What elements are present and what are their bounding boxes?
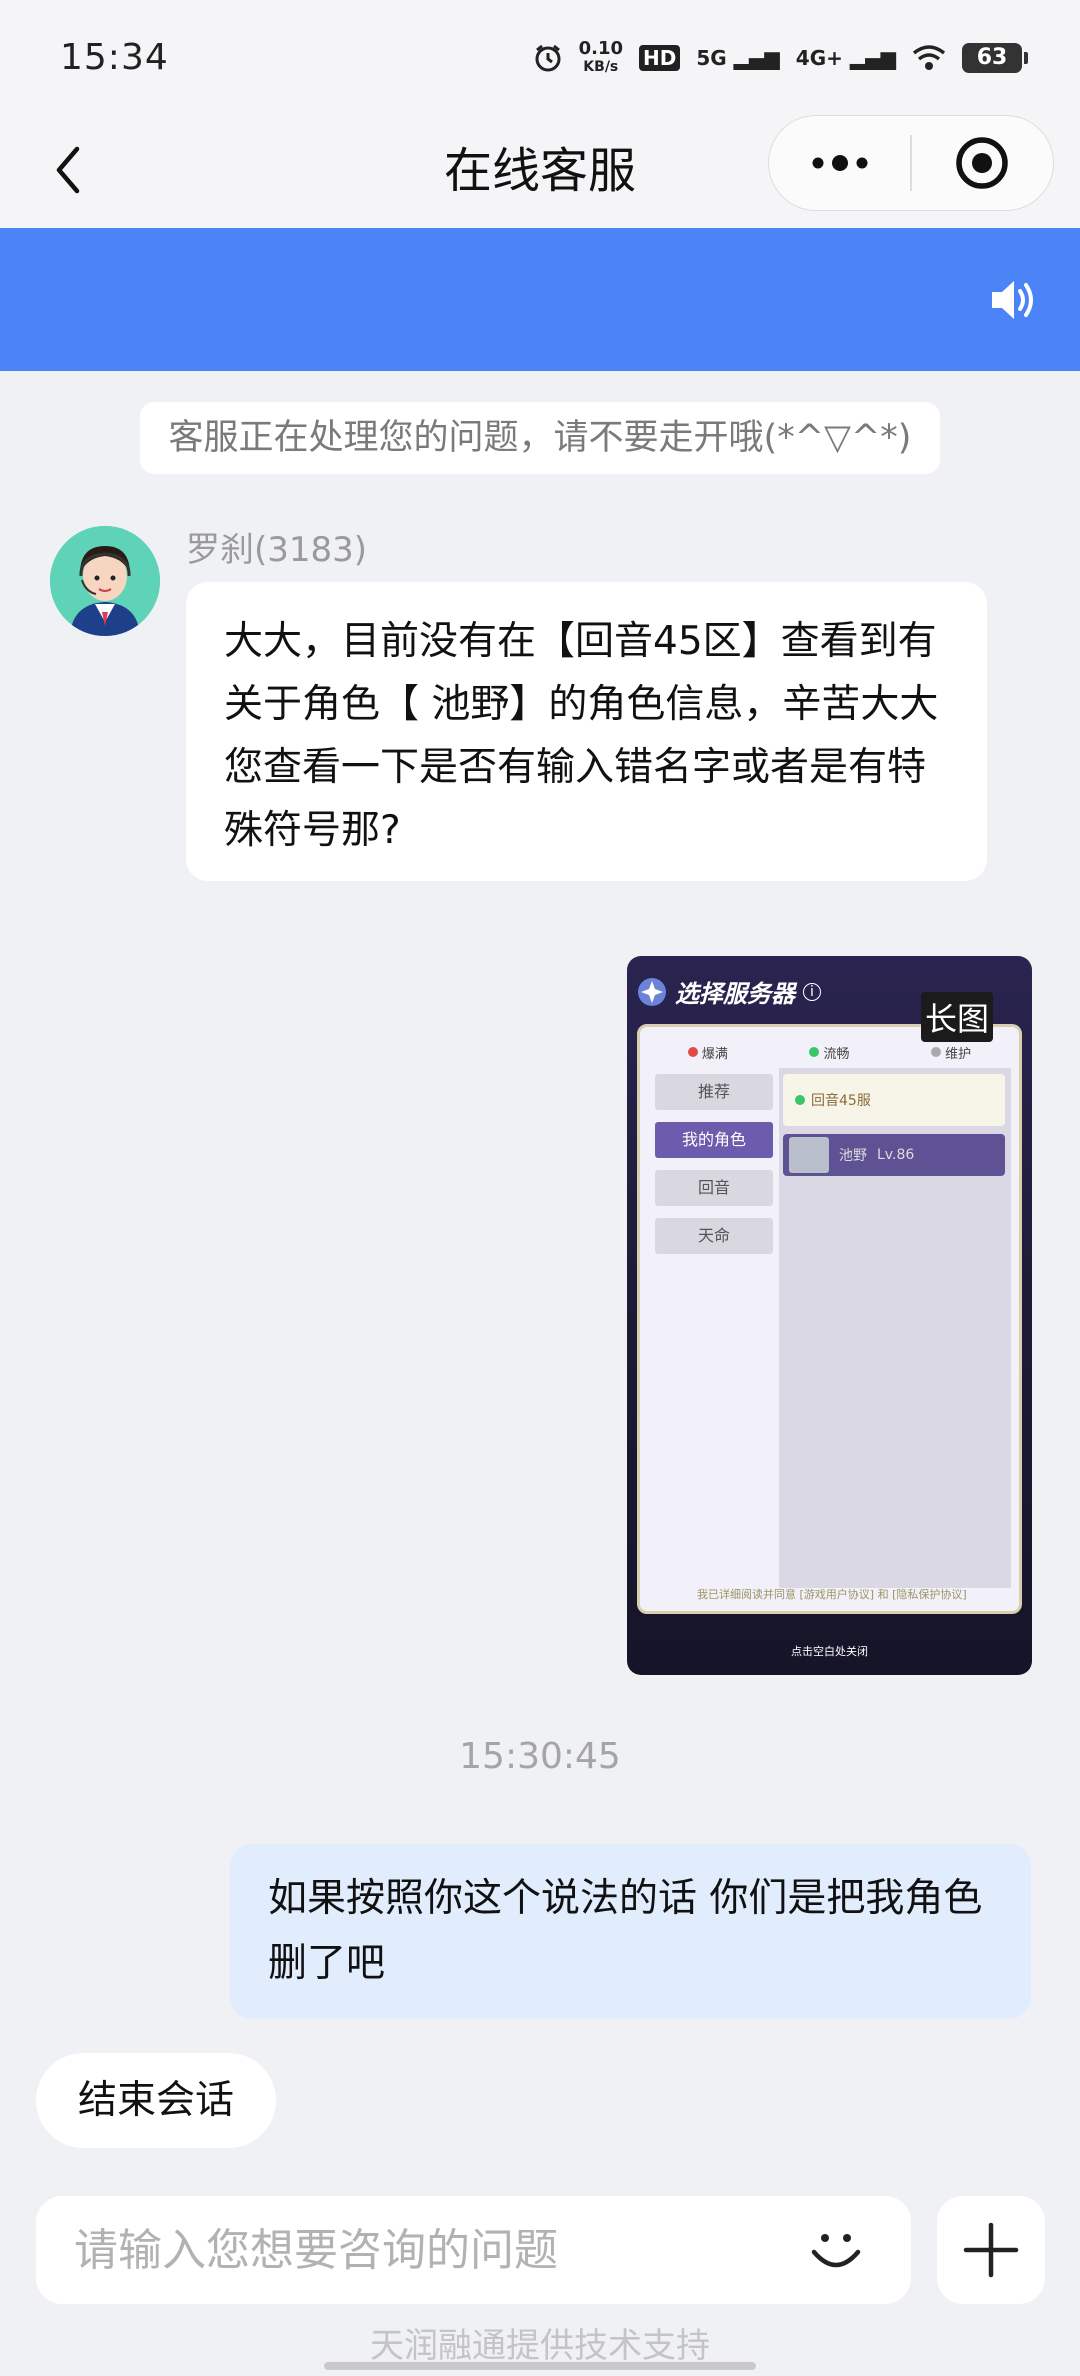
game-header: 选择服务器 i (637, 974, 821, 1009)
wifi-icon (912, 44, 946, 70)
legend-full: 爆满 (687, 1042, 728, 1062)
end-session-button[interactable]: 结束会话 (36, 2053, 276, 2148)
game-title: 选择服务器 (675, 979, 795, 1008)
tech-support-footer: 天润融通提供技术支持 (370, 2326, 710, 2366)
game-legend: 爆满 流畅 维护 (647, 1042, 1012, 1062)
message-composer (36, 2196, 911, 2304)
alarm-icon (535, 44, 561, 71)
mini-program-capsule (768, 115, 1054, 211)
legend-maintenance: 维护 (931, 1042, 971, 1062)
signal-5g-icon: 5G ▂▄▆ (696, 45, 780, 70)
game-sidebar: 推荐 我的角色 回音 天命 (655, 1074, 773, 1266)
close-mini-program-button[interactable] (912, 116, 1053, 210)
processing-notice: 客服正在处理您的问题，请不要走开哦(*^▽^*) (140, 402, 940, 474)
game-tab-active: 我的角色 (655, 1122, 773, 1158)
target-circle-icon (956, 137, 1009, 189)
back-button[interactable] (34, 135, 104, 205)
role-portrait (789, 1137, 829, 1173)
star-logo-icon (638, 977, 666, 1006)
game-tab: 回音 (655, 1170, 773, 1206)
more-button[interactable] (769, 116, 910, 210)
chevron-left-icon (56, 146, 80, 194)
battery-icon: 63 (962, 42, 1028, 73)
game-tab: 推荐 (655, 1074, 773, 1110)
message-timestamp: 15:30:45 (459, 1736, 621, 1777)
game-role-item: 池野 Lv.86 (783, 1134, 1005, 1176)
legend-smooth: 流畅 (809, 1042, 849, 1062)
speaker-button[interactable] (988, 276, 1038, 324)
smile-icon (811, 2234, 861, 2268)
game-agreement: 我已详细阅读并同意 [游戏用户协议] 和 [隐私保护协议] (697, 1588, 967, 1601)
agent-message-bubble: 大大，目前没有在【回音45区】查看到有关于角色【 池野】的角色信息，辛苦大大您查… (186, 582, 987, 881)
status-bar: 15:34 0.10 KB/s HD 5G ▂▄▆ 4G+ ▂▄▆ 63 (0, 0, 1080, 115)
status-time: 15:34 (60, 37, 169, 78)
game-close-hint: 点击空白处关闭 (791, 1645, 868, 1658)
user-message-bubble: 如果按照你这个说法的话 你们是把我角色删了吧 (230, 1844, 1031, 2019)
plus-button[interactable] (937, 2196, 1045, 2304)
message-input[interactable] (74, 2196, 774, 2304)
info-icon: i (803, 982, 821, 1001)
home-indicator[interactable] (324, 2362, 756, 2370)
status-icons: 0.10 KB/s HD 5G ▂▄▆ 4G+ ▂▄▆ 63 (533, 37, 1028, 76)
emoji-button[interactable] (806, 2220, 866, 2280)
game-tab: 天命 (655, 1218, 773, 1254)
game-server-item: 回音45服 (783, 1074, 1005, 1126)
game-server-list: 回音45服 池野 Lv.86 (779, 1068, 1011, 1588)
agent-avatar (50, 526, 160, 636)
speaker-icon (992, 281, 1033, 319)
announcement-banner (0, 228, 1080, 371)
agent-name: 罗刹(3183) (186, 530, 368, 570)
long-image-badge: 长图 (921, 992, 993, 1042)
image-message[interactable]: 选择服务器 i 爆满 流畅 维护 推荐 我的角色 回音 天命 回音45服 池野 … (627, 956, 1032, 1675)
nav-bar: 在线客服 (0, 115, 1080, 228)
net-speed: 0.10 KB/s (578, 37, 623, 75)
more-dots-icon (812, 155, 868, 171)
agent-avatar-icon (50, 526, 160, 636)
plus-icon (963, 2222, 1019, 2278)
hd-icon: HD (639, 44, 681, 71)
signal-4g-icon: 4G+ ▂▄▆ (795, 45, 896, 70)
